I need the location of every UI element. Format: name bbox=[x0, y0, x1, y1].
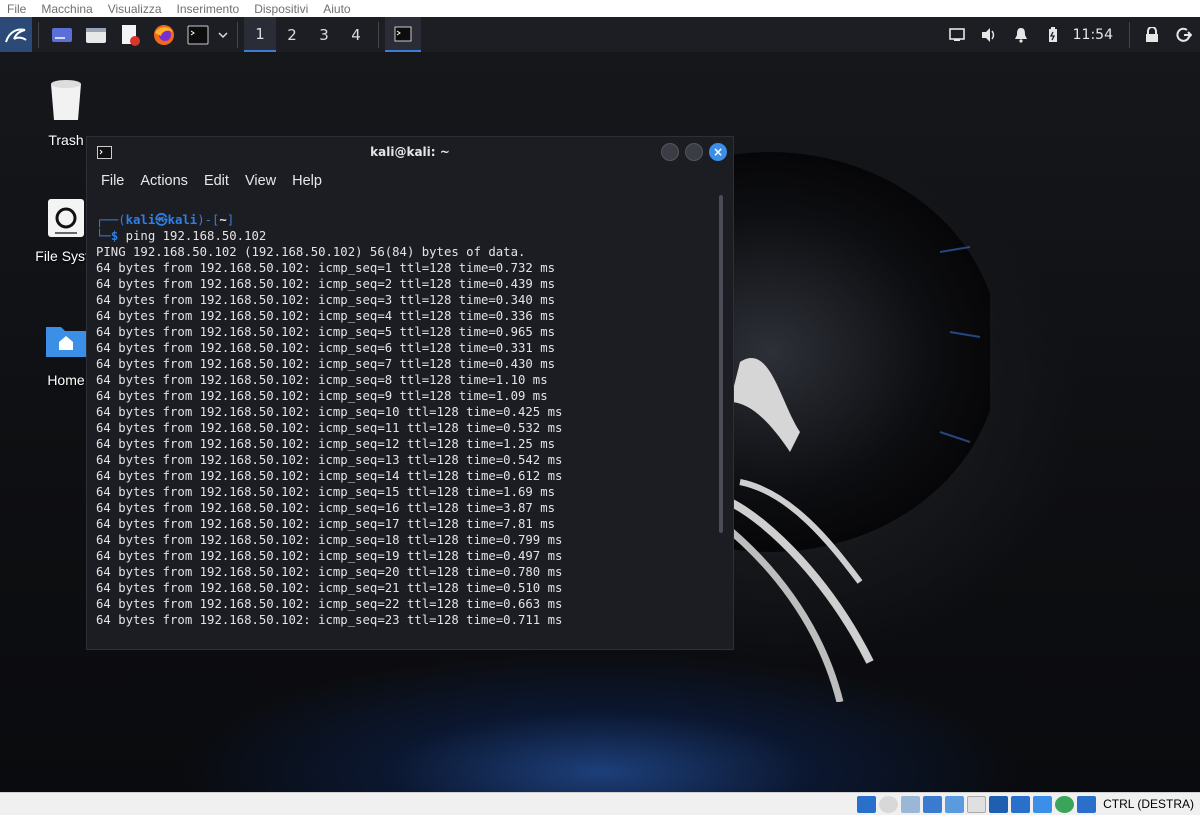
close-button[interactable]: × bbox=[709, 143, 727, 161]
workspace-3[interactable]: 3 bbox=[308, 17, 340, 52]
terminal-menubar: File Actions Edit View Help bbox=[87, 167, 733, 195]
prompt-line-1: ┌──(kali㉿kali)-[~] bbox=[96, 213, 235, 227]
output-line: 64 bytes from 192.168.50.102: icmp_seq=2… bbox=[96, 581, 563, 595]
output-line: 64 bytes from 192.168.50.102: icmp_seq=2… bbox=[96, 613, 563, 627]
optical-drive-icon[interactable] bbox=[879, 795, 899, 813]
file-manager-icon[interactable] bbox=[79, 17, 113, 52]
output-line: 64 bytes from 192.168.50.102: icmp_seq=5… bbox=[96, 325, 556, 339]
output-line: 64 bytes from 192.168.50.102: icmp_seq=1… bbox=[96, 549, 563, 563]
home-folder-icon bbox=[46, 327, 86, 357]
vbox-menubar: File Macchina Visualizza Inserimento Dis… bbox=[0, 0, 1200, 17]
output-line: 64 bytes from 192.168.50.102: icmp_seq=1… bbox=[96, 533, 563, 547]
panel-separator bbox=[378, 21, 379, 48]
menu-help[interactable]: Help bbox=[284, 173, 330, 189]
taskbar-terminal-button[interactable] bbox=[385, 17, 421, 52]
output-line: 64 bytes from 192.168.50.102: icmp_seq=7… bbox=[96, 357, 556, 371]
network-adapter-icon[interactable] bbox=[923, 795, 943, 813]
menu-file[interactable]: File bbox=[93, 173, 132, 189]
output-line: 64 bytes from 192.168.50.102: icmp_seq=2… bbox=[96, 277, 556, 291]
drive-icon bbox=[48, 199, 84, 237]
display-icon[interactable] bbox=[989, 795, 1009, 813]
output-line: 64 bytes from 192.168.50.102: icmp_seq=8… bbox=[96, 373, 548, 387]
output-line: 64 bytes from 192.168.50.102: icmp_seq=3… bbox=[96, 293, 556, 307]
menu-actions[interactable]: Actions bbox=[132, 173, 196, 189]
hard-disk-icon[interactable] bbox=[857, 795, 877, 813]
terminal-window[interactable]: kali@kali: ~ × File Actions Edit View He… bbox=[86, 136, 734, 650]
vbox-menu-input[interactable]: Inserimento bbox=[170, 2, 248, 16]
desktop-home-label: Home bbox=[47, 372, 85, 388]
panel-clock[interactable]: 11:54 bbox=[1069, 27, 1123, 43]
panel-separator bbox=[1129, 21, 1130, 48]
vbox-menu-view[interactable]: Visualizza bbox=[101, 2, 170, 16]
logout-icon[interactable] bbox=[1168, 17, 1200, 52]
shared-folders-icon[interactable] bbox=[967, 795, 987, 813]
vbox-menu-machine[interactable]: Macchina bbox=[34, 2, 100, 16]
recording-icon[interactable] bbox=[1011, 795, 1031, 813]
output-line: PING 192.168.50.102 (192.168.50.102) 56(… bbox=[96, 245, 526, 259]
output-line: 64 bytes from 192.168.50.102: icmp_seq=9… bbox=[96, 389, 548, 403]
guest-additions-icon[interactable] bbox=[1055, 795, 1075, 813]
menu-view[interactable]: View bbox=[237, 173, 284, 189]
ping-output: PING 192.168.50.102 (192.168.50.102) 56(… bbox=[96, 244, 716, 628]
desktop-icon[interactable] bbox=[45, 17, 79, 52]
workspace-4[interactable]: 4 bbox=[340, 17, 372, 52]
output-line: 64 bytes from 192.168.50.102: icmp_seq=2… bbox=[96, 565, 563, 579]
output-line: 64 bytes from 192.168.50.102: icmp_seq=1… bbox=[96, 469, 563, 483]
volume-icon[interactable] bbox=[973, 17, 1005, 52]
terminal-title: kali@kali: ~ bbox=[370, 145, 450, 159]
battery-icon[interactable] bbox=[1037, 17, 1069, 52]
output-line: 64 bytes from 192.168.50.102: icmp_seq=6… bbox=[96, 341, 556, 355]
vt-x-icon[interactable] bbox=[1033, 795, 1053, 813]
prompt-dir: ~ bbox=[219, 213, 227, 227]
output-line: 64 bytes from 192.168.50.102: icmp_seq=1… bbox=[96, 485, 556, 499]
output-line: 64 bytes from 192.168.50.102: icmp_seq=1… bbox=[96, 261, 556, 275]
output-line: 64 bytes from 192.168.50.102: icmp_seq=2… bbox=[96, 597, 563, 611]
prompt-line-2: └─$ ping 192.168.50.102 bbox=[96, 229, 267, 243]
close-icon: × bbox=[712, 145, 724, 159]
vbox-menu-help[interactable]: Aiuto bbox=[316, 2, 358, 16]
top-panel: 1 2 3 4 11:54 bbox=[0, 17, 1200, 52]
vbox-menu-devices[interactable]: Dispositivi bbox=[247, 2, 316, 16]
panel-separator bbox=[237, 21, 238, 48]
system-tray: 11:54 bbox=[941, 17, 1200, 52]
terminal-output[interactable]: ┌──(kali㉿kali)-[~] └─$ ping 192.168.50.10… bbox=[96, 212, 716, 628]
audio-icon[interactable] bbox=[901, 795, 921, 813]
kali-menu-icon[interactable] bbox=[0, 17, 32, 52]
workspace-2[interactable]: 2 bbox=[276, 17, 308, 52]
prompt-at: ㉿ bbox=[155, 213, 168, 227]
notifications-bell-icon[interactable] bbox=[1005, 17, 1037, 52]
mouse-integration-arrow-down-icon[interactable] bbox=[1077, 795, 1097, 813]
output-line: 64 bytes from 192.168.50.102: icmp_seq=1… bbox=[96, 421, 563, 435]
output-line: 64 bytes from 192.168.50.102: icmp_seq=1… bbox=[96, 405, 563, 419]
minimize-button[interactable] bbox=[661, 143, 679, 161]
desktop-trash-label: Trash bbox=[48, 132, 84, 148]
output-line: 64 bytes from 192.168.50.102: icmp_seq=1… bbox=[96, 437, 556, 451]
trash-icon bbox=[51, 80, 81, 120]
typed-command: ping 192.168.50.102 bbox=[125, 229, 267, 243]
network-icon[interactable] bbox=[941, 17, 973, 52]
vbox-status-bar: CTRL (DESTRA) bbox=[0, 792, 1200, 815]
panel-separator bbox=[38, 21, 39, 48]
workspace-1[interactable]: 1 bbox=[244, 17, 276, 52]
usb-icon[interactable] bbox=[945, 795, 965, 813]
output-line: 64 bytes from 192.168.50.102: icmp_seq=1… bbox=[96, 453, 563, 467]
vbox-menu-file[interactable]: File bbox=[0, 2, 34, 16]
maximize-button[interactable] bbox=[685, 143, 703, 161]
menu-edit[interactable]: Edit bbox=[196, 173, 237, 189]
terminal-titlebar[interactable]: kali@kali: ~ × bbox=[87, 137, 733, 167]
host-key-label: CTRL (DESTRA) bbox=[1103, 797, 1194, 811]
output-line: 64 bytes from 192.168.50.102: icmp_seq=1… bbox=[96, 501, 556, 515]
lock-screen-icon[interactable] bbox=[1136, 17, 1168, 52]
terminal-scrollbar[interactable] bbox=[719, 195, 723, 533]
prompt-host: kali bbox=[167, 213, 198, 227]
launcher-dropdown-chevron-down-icon[interactable] bbox=[215, 17, 231, 52]
prompt-user: kali bbox=[125, 213, 156, 227]
output-line: 64 bytes from 192.168.50.102: icmp_seq=4… bbox=[96, 309, 556, 323]
firefox-icon[interactable] bbox=[147, 17, 181, 52]
terminal-window-icon bbox=[97, 146, 112, 162]
output-line: 64 bytes from 192.168.50.102: icmp_seq=1… bbox=[96, 517, 556, 531]
text-editor-icon[interactable] bbox=[113, 17, 147, 52]
terminal-icon[interactable] bbox=[181, 17, 215, 52]
